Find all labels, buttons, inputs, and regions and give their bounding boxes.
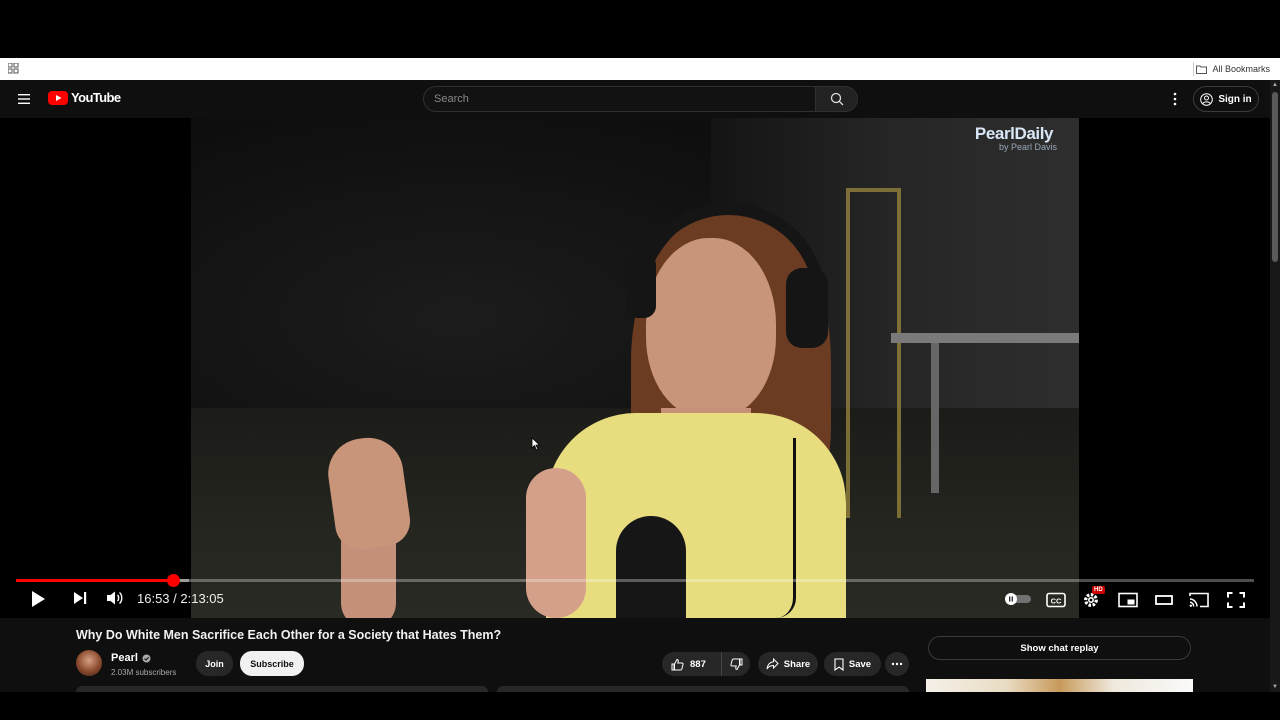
progress-bar[interactable] bbox=[16, 574, 1254, 587]
progress-played bbox=[16, 579, 173, 582]
miniplayer-icon bbox=[1118, 592, 1138, 608]
mute-button[interactable] bbox=[106, 590, 124, 606]
volume-icon bbox=[107, 591, 123, 605]
sign-in-button[interactable]: Sign in bbox=[1193, 86, 1259, 112]
share-label: Share bbox=[783, 658, 811, 670]
channel-watermark: PearlDaily by Pearl Davis bbox=[971, 124, 1057, 152]
subscribe-button[interactable]: Subscribe bbox=[240, 651, 304, 676]
save-button[interactable]: Save bbox=[824, 652, 881, 676]
page-scrollbar[interactable]: ▲ ▼ bbox=[1270, 80, 1280, 692]
bookmarks-separator bbox=[1193, 62, 1194, 76]
show-chat-replay-button[interactable]: Show chat replay bbox=[928, 636, 1191, 660]
hamburger-menu-icon[interactable] bbox=[17, 92, 31, 106]
search-button[interactable] bbox=[816, 86, 858, 112]
thumbs-down-icon bbox=[729, 658, 742, 670]
cast-button[interactable] bbox=[1189, 592, 1209, 608]
masthead: YouTube Sign in bbox=[0, 80, 1270, 118]
autoplay-toggle[interactable] bbox=[1004, 593, 1032, 605]
channel-name-link[interactable]: Pearl bbox=[111, 652, 151, 664]
cast-icon bbox=[1189, 592, 1209, 608]
like-button[interactable]: 887 bbox=[662, 652, 722, 676]
headphones-left-cup bbox=[626, 253, 656, 318]
search-input[interactable] bbox=[424, 87, 815, 111]
captions-button[interactable]: CC bbox=[1046, 592, 1066, 608]
search-box[interactable] bbox=[423, 86, 816, 112]
youtube-logo[interactable]: YouTube bbox=[48, 90, 121, 105]
hd-badge: HD bbox=[1092, 586, 1105, 594]
player-controls: 16:53 / 2:13:05 CC HD bbox=[0, 586, 1270, 614]
headphones-right-cup bbox=[786, 268, 828, 348]
scroll-down-arrow-icon[interactable]: ▼ bbox=[1272, 684, 1278, 690]
bookmarks-bar: All Bookmarks bbox=[0, 58, 1280, 80]
thumbs-up-icon bbox=[671, 658, 684, 670]
video-background-shelf bbox=[846, 188, 901, 518]
channel-avatar[interactable] bbox=[76, 650, 102, 676]
scroll-up-arrow-icon[interactable]: ▲ bbox=[1272, 82, 1278, 88]
apps-grid-icon[interactable] bbox=[8, 63, 19, 74]
closed-captions-icon: CC bbox=[1046, 592, 1066, 608]
miniplayer-button[interactable] bbox=[1118, 592, 1138, 608]
time-display: 16:53 / 2:13:05 bbox=[137, 591, 224, 606]
video-background-table bbox=[891, 333, 1079, 343]
svg-text:CC: CC bbox=[1051, 596, 1062, 605]
scrollbar-thumb[interactable] bbox=[1272, 92, 1278, 262]
share-button[interactable]: Share bbox=[758, 652, 818, 676]
more-options-icon[interactable] bbox=[1168, 91, 1182, 107]
browser-top-bar bbox=[0, 0, 1280, 58]
video-frame[interactable]: PearlDaily by Pearl Davis bbox=[191, 118, 1079, 618]
join-button[interactable]: Join bbox=[196, 651, 233, 676]
folder-icon bbox=[1196, 65, 1208, 74]
sidebar-thumbnail-partial[interactable] bbox=[926, 679, 1193, 692]
watermark-name: PearlDaily bbox=[974, 124, 1054, 143]
video-player[interactable]: PearlDaily by Pearl Davis 16:53 / 2:13:0… bbox=[0, 118, 1270, 618]
all-bookmarks-label: All Bookmarks bbox=[1212, 64, 1270, 74]
video-info-section: Why Do White Men Sacrifice Each Other fo… bbox=[0, 618, 1270, 692]
youtube-play-logo-icon bbox=[48, 90, 68, 105]
all-bookmarks-button[interactable]: All Bookmarks bbox=[1196, 61, 1270, 77]
channel-name[interactable]: Pearl bbox=[111, 652, 138, 664]
fullscreen-icon bbox=[1227, 592, 1245, 608]
more-horizontal-icon bbox=[891, 662, 903, 666]
autoplay-toggle-icon bbox=[1005, 593, 1031, 605]
theater-mode-button[interactable] bbox=[1154, 593, 1174, 607]
mouse-cursor-icon bbox=[531, 437, 541, 451]
sign-in-label: Sign in bbox=[1218, 93, 1252, 105]
like-count: 887 bbox=[690, 658, 706, 670]
video-title: Why Do White Men Sacrifice Each Other fo… bbox=[76, 628, 502, 642]
share-icon bbox=[766, 658, 779, 670]
settings-button[interactable]: HD bbox=[1082, 586, 1105, 609]
bookmark-icon bbox=[834, 657, 844, 671]
like-dislike-group: 887 bbox=[662, 652, 750, 676]
youtube-logo-text: YouTube bbox=[71, 90, 121, 105]
save-label: Save bbox=[848, 658, 872, 670]
video-background-table-leg bbox=[931, 343, 939, 493]
next-button[interactable] bbox=[72, 590, 88, 606]
fullscreen-button[interactable] bbox=[1227, 592, 1245, 608]
subscriber-count: 2.03M subscribers bbox=[111, 668, 177, 677]
browser-bottom-bar bbox=[0, 692, 1280, 720]
verified-badge-icon bbox=[142, 654, 151, 662]
search-icon bbox=[830, 92, 843, 106]
skip-next-icon bbox=[74, 592, 87, 604]
theater-mode-icon bbox=[1155, 595, 1173, 605]
watermark-byline: by Pearl Davis bbox=[999, 142, 1058, 152]
account-icon bbox=[1200, 92, 1214, 106]
dislike-button[interactable] bbox=[722, 652, 750, 676]
play-icon bbox=[32, 591, 45, 607]
more-actions-button[interactable] bbox=[885, 652, 909, 676]
play-button[interactable] bbox=[30, 590, 46, 608]
